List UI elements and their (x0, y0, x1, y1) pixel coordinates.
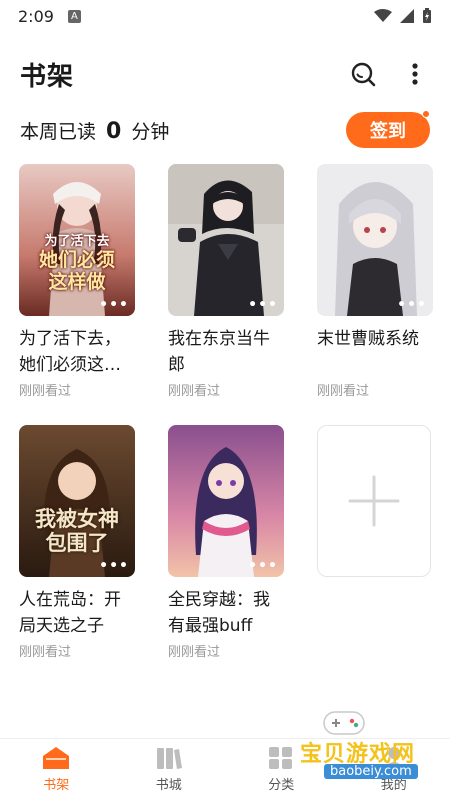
page-title: 书架 (20, 61, 75, 92)
book-status: 刚刚看过 (317, 384, 370, 399)
book-title: 我在东京当牛郎 (168, 329, 270, 375)
checkin-label: 签到 (370, 121, 406, 142)
status-time: 2:09 (18, 6, 54, 26)
battery-icon (423, 8, 431, 23)
books-icon (156, 748, 182, 769)
reading-suffix: 分钟 (131, 120, 170, 143)
watermark-url: baobeiy.com (324, 764, 418, 779)
checkin-notification-dot (422, 110, 430, 118)
book-cover[interactable]: ••• (317, 164, 433, 316)
book-cover-image (317, 164, 433, 316)
book-card[interactable]: ••• 全民穿越：我有最强buff 刚刚看过 (168, 425, 284, 660)
gamepad-icon (323, 711, 365, 735)
reading-count: 0 (106, 118, 122, 144)
book-cover[interactable]: 我被女神 包围了 ••• (19, 425, 135, 577)
book-more-button[interactable]: ••• (248, 559, 278, 573)
grid-icon (269, 747, 293, 769)
book-card[interactable]: 为了活下去 她们必须 这样做 ••• 为了活下去，她们必须这… 刚刚看过 (19, 164, 135, 399)
book-cover[interactable]: ••• (168, 425, 284, 577)
book-cover-image (168, 164, 284, 316)
book-cover[interactable]: ••• (168, 164, 284, 316)
cover-title-art: 我被女神 包围了 (35, 506, 119, 555)
cover-title-art: 为了活下去 她们必须 这样做 (38, 234, 115, 293)
home-icon (43, 747, 70, 769)
tab-bookstore[interactable]: 书城 (113, 739, 226, 800)
weekly-reading-text: 本周已读 0 分钟 (20, 117, 169, 144)
tab-bookshelf[interactable]: 书架 (0, 739, 113, 800)
status-bar: 2:09 A (0, 0, 450, 32)
reading-prefix: 本周已读 (20, 120, 97, 143)
header: 书架 (0, 52, 450, 96)
book-status: 刚刚看过 (19, 384, 72, 399)
book-title: 全民穿越：我有最强buff (168, 590, 270, 636)
book-status: 刚刚看过 (168, 645, 221, 660)
more-vertical-icon (412, 63, 418, 85)
watermark-logo: 宝贝游戏网 baobeiy.com (300, 708, 440, 779)
signal-icon (400, 9, 414, 23)
book-title: 人在荒岛：开局天选之子 (19, 590, 121, 636)
weekly-reading-row: 本周已读 0 分钟 签到 (20, 110, 430, 148)
tab-label: 书架 (43, 778, 70, 793)
book-more-button[interactable]: ••• (99, 298, 129, 312)
tab-label: 书城 (155, 778, 182, 793)
book-cover-image (168, 425, 284, 577)
book-title: 为了活下去，她们必须这… (19, 329, 121, 375)
wifi-icon (374, 9, 392, 22)
checkin-button[interactable]: 签到 (346, 110, 430, 148)
book-status: 刚刚看过 (19, 645, 72, 660)
book-title: 末世曹贼系统 (317, 329, 419, 349)
search-icon (351, 62, 376, 87)
more-menu-button[interactable] (400, 59, 430, 89)
status-icons (374, 8, 432, 24)
search-button[interactable] (348, 59, 378, 89)
book-card[interactable]: 我被女神 包围了 ••• 人在荒岛：开局天选之子 刚刚看过 (19, 425, 135, 660)
add-book-button[interactable] (317, 425, 431, 577)
book-card[interactable]: ••• 末世曹贼系统 刚刚看过 (317, 164, 433, 399)
book-status: 刚刚看过 (168, 384, 221, 399)
book-cover[interactable]: 为了活下去 她们必须 这样做 ••• (19, 164, 135, 316)
tab-label: 分类 (268, 778, 295, 793)
book-more-button[interactable]: ••• (248, 298, 278, 312)
book-card[interactable]: ••• 我在东京当牛郎 刚刚看过 (168, 164, 284, 399)
plus-icon (348, 475, 400, 527)
book-more-button[interactable]: ••• (397, 298, 427, 312)
notification-a-icon: A (67, 9, 81, 23)
book-more-button[interactable]: ••• (99, 559, 129, 573)
